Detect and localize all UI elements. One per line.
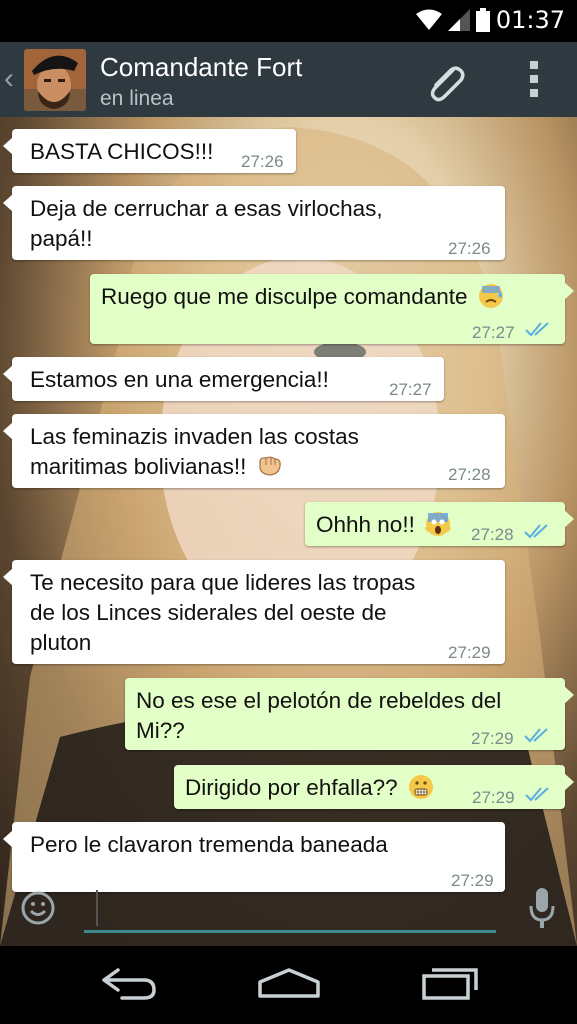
nav-back-icon[interactable] xyxy=(98,966,160,1002)
message-text: maritimas bolivianas!! xyxy=(30,454,247,479)
read-ticks-icon xyxy=(525,322,549,337)
message-text: de los Linces siderales del oeste de xyxy=(30,600,387,625)
message-time: 27:26 xyxy=(448,239,491,258)
read-ticks-icon xyxy=(525,787,549,802)
avatar[interactable] xyxy=(24,49,86,111)
message-time: 27:28 xyxy=(471,525,514,544)
nav-recents-icon[interactable] xyxy=(420,966,480,1002)
message-text: No es ese el pelotón de rebeldes del xyxy=(136,688,502,713)
message-bubble-outgoing[interactable]: No es ese el pelotón de rebeldes del Mi?… xyxy=(125,678,574,750)
wifi-icon xyxy=(415,9,442,30)
overflow-menu-icon[interactable] xyxy=(529,59,539,99)
message-bubble-outgoing[interactable]: Ohhh no!! 27:28 xyxy=(305,502,574,546)
message-time: 27:29 xyxy=(471,729,514,748)
chevron-left-icon[interactable]: ‹ xyxy=(4,62,14,96)
message-bubble-outgoing[interactable]: Dirigido por ehfalla?? 27:29 xyxy=(174,765,574,809)
message-text: Ohhh no!! xyxy=(316,512,415,537)
message-text: Te necesito para que lideres las tropas xyxy=(30,570,416,595)
message-text: Las feminazis invaden las costas xyxy=(30,424,359,449)
status-time: 01:37 xyxy=(495,6,565,34)
smiley-icon[interactable] xyxy=(20,890,56,926)
message-bubble-incoming[interactable]: BASTA CHICOS!!! 27:26 xyxy=(3,129,296,173)
message-bubble-incoming[interactable]: Las feminazis invaden las costas maritim… xyxy=(3,414,505,488)
message-time: 27:26 xyxy=(241,152,284,171)
message-text: Estamos en una emergencia!! xyxy=(30,367,329,392)
read-ticks-icon xyxy=(524,524,548,539)
message-text: BASTA CHICOS!!! xyxy=(30,139,214,164)
message-bubble-outgoing[interactable]: Ruego que me disculpe comandante 27:27 xyxy=(90,274,574,344)
message-bubble-incoming[interactable]: Estamos en una emergencia!! 27:27 xyxy=(3,357,444,401)
message-text: Deja de cerruchar a esas virlochas, xyxy=(30,196,383,221)
message-text: papá!! xyxy=(30,226,93,251)
contact-name[interactable]: Comandante Fort xyxy=(100,52,302,83)
message-time: 27:29 xyxy=(448,643,491,662)
battery-icon xyxy=(475,8,490,32)
message-time: 27:29 xyxy=(472,788,515,807)
fist-emoji xyxy=(258,456,281,476)
message-text: Mi?? xyxy=(136,718,185,743)
chat-header: ‹ Comandante Fort en linea xyxy=(0,42,577,117)
nav-home-icon[interactable] xyxy=(256,966,322,1002)
status-bar: 01:37 xyxy=(0,0,577,42)
microphone-icon[interactable] xyxy=(529,886,555,930)
message-bubble-incoming[interactable]: Te necesito para que lideres las tropas … xyxy=(3,560,505,664)
grimacing-face-emoji xyxy=(408,775,433,799)
message-bubble-incoming[interactable]: Deja de cerruchar a esas virlochas, papá… xyxy=(3,186,505,260)
message-text: Dirigido por ehfalla?? xyxy=(185,775,398,800)
read-ticks-icon xyxy=(524,728,548,743)
message-input[interactable] xyxy=(84,884,496,933)
screaming-face-emoji xyxy=(425,512,452,536)
contact-status: en linea xyxy=(100,87,174,110)
message-text: Pero le clavaron tremenda baneada xyxy=(30,832,388,857)
signal-icon xyxy=(447,9,470,31)
sweat-face-emoji xyxy=(478,284,503,308)
navigation-bar xyxy=(0,946,577,1024)
message-time: 27:28 xyxy=(448,465,491,484)
chat-area[interactable]: BASTA CHICOS!!! 27:26 Deja de cerruchar … xyxy=(0,117,577,946)
paperclip-icon[interactable] xyxy=(423,60,467,104)
text-cursor xyxy=(96,890,98,926)
message-time: 27:27 xyxy=(472,323,515,342)
message-text: pluton xyxy=(30,630,92,655)
message-time: 27:27 xyxy=(389,380,432,399)
message-input-bar xyxy=(0,870,577,946)
message-text: Ruego que me disculpe comandante xyxy=(101,284,468,309)
